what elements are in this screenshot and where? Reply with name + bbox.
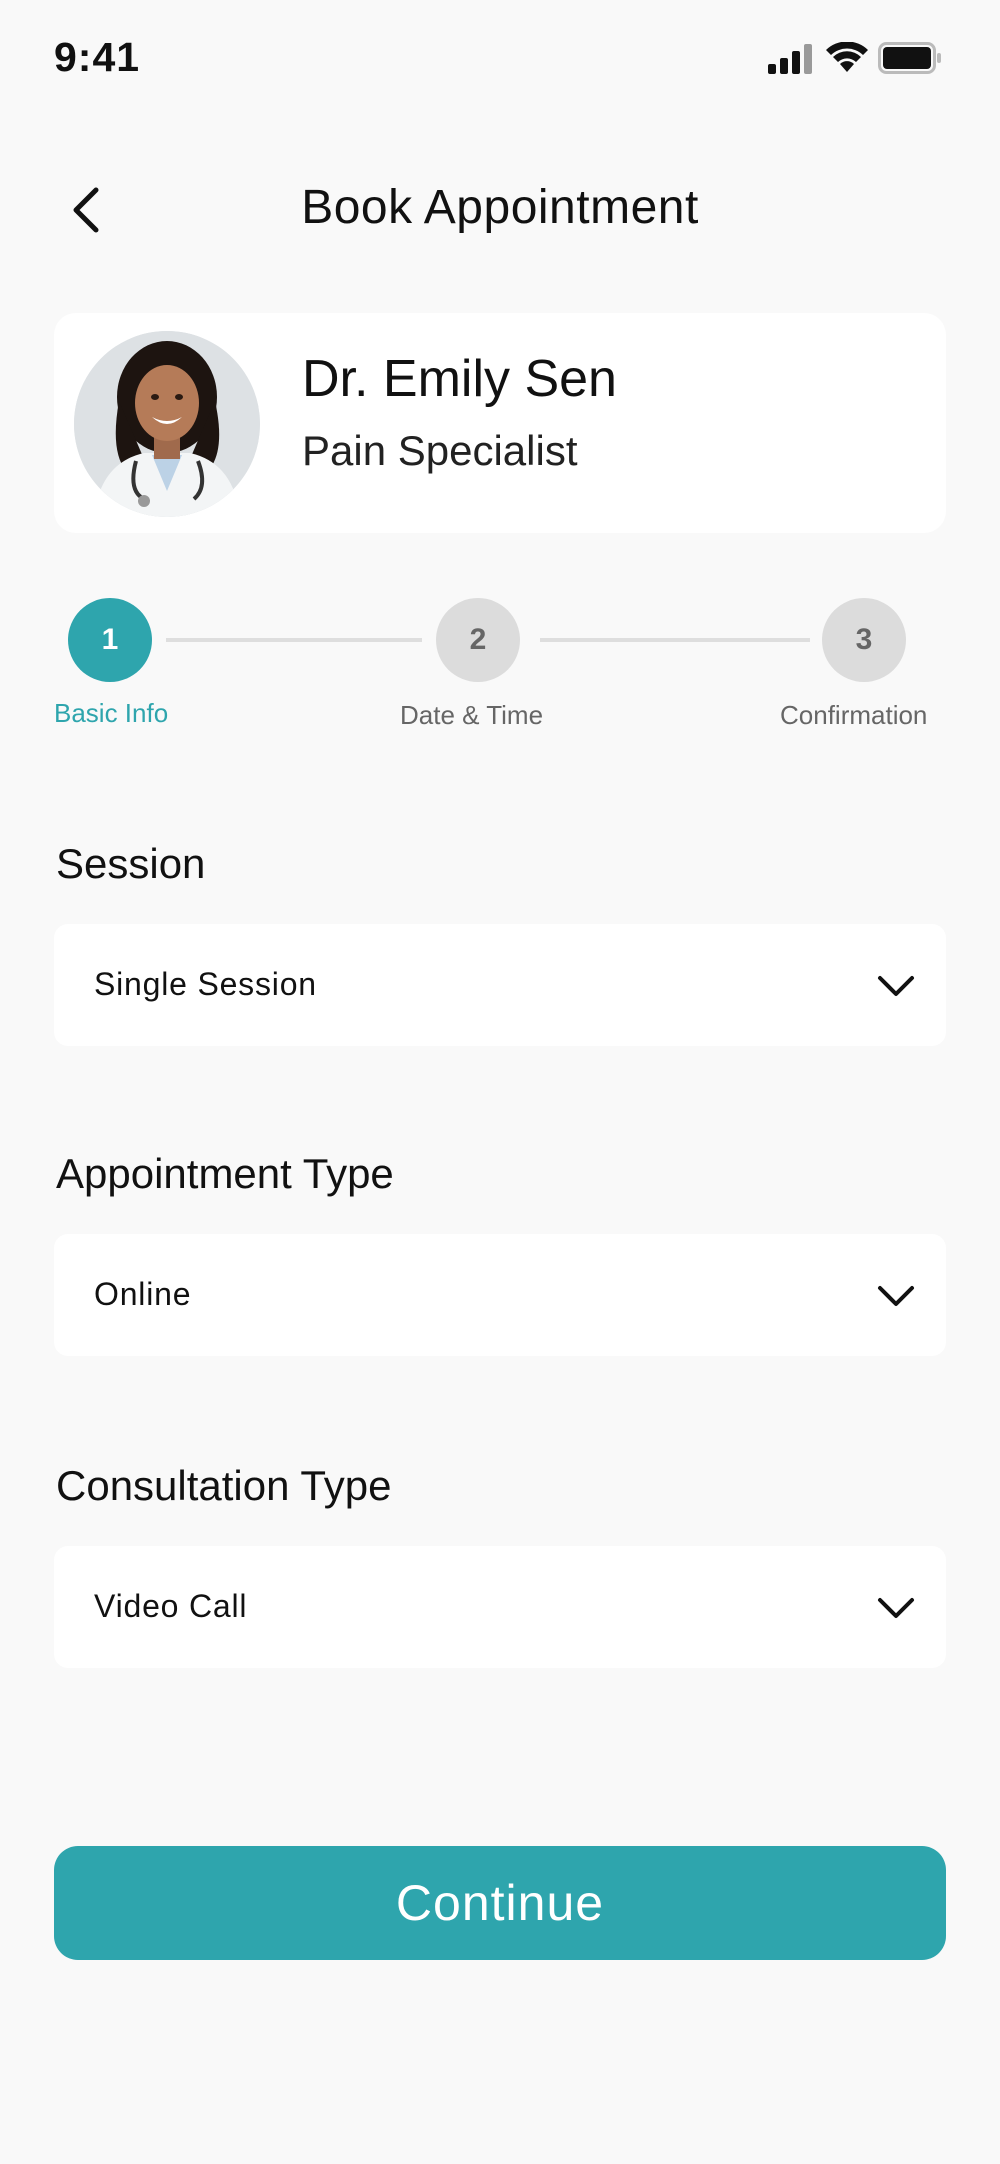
appointment-type-value: Online <box>94 1276 192 1312</box>
signal-icon <box>768 44 812 74</box>
continue-button[interactable]: Continue <box>54 1846 946 1960</box>
consultation-type-select[interactable]: Video Call <box>54 1546 946 1668</box>
step-connector <box>166 638 422 642</box>
status-bar: 9:41 <box>0 0 1000 120</box>
chevron-down-icon <box>878 976 914 996</box>
consultation-type-value: Video Call <box>94 1588 248 1624</box>
header: Book Appointment <box>0 160 1000 260</box>
battery-icon <box>878 42 941 74</box>
step-1-label: Basic Info <box>54 698 169 728</box>
doctor-specialty: Pain Specialist <box>302 427 578 474</box>
step-3-label: Confirmation <box>780 700 928 730</box>
chevron-down-icon <box>878 1598 914 1618</box>
status-time: 9:41 <box>54 34 141 80</box>
page-title: Book Appointment <box>301 181 699 234</box>
chevron-down-icon <box>878 1286 914 1306</box>
session-value: Single Session <box>94 966 317 1002</box>
doctor-card: Dr. Emily Sen Pain Specialist <box>54 313 946 533</box>
step-2-label: Date & Time <box>400 700 544 730</box>
step-1-indicator[interactable]: 1 <box>68 598 152 682</box>
doctor-photo <box>74 331 260 517</box>
book-appointment-screen: 9:41 Book Appointment Dr. Emily Sen Pain… <box>0 0 1000 2164</box>
session-label: Session <box>56 840 206 887</box>
consultation-type-label: Consultation Type <box>56 1462 392 1509</box>
appointment-type-label: Appointment Type <box>56 1150 394 1197</box>
wifi-icon <box>826 42 868 72</box>
step-3-indicator[interactable]: 3 <box>822 598 906 682</box>
appointment-type-select[interactable]: Online <box>54 1234 946 1356</box>
progress-stepper: 1 2 3 Basic Info Date & Time Confirmatio… <box>0 598 1000 738</box>
avatar <box>74 331 260 517</box>
doctor-name: Dr. Emily Sen <box>302 350 617 408</box>
step-connector <box>540 638 810 642</box>
step-2-indicator[interactable]: 2 <box>436 598 520 682</box>
session-select[interactable]: Single Session <box>54 924 946 1046</box>
